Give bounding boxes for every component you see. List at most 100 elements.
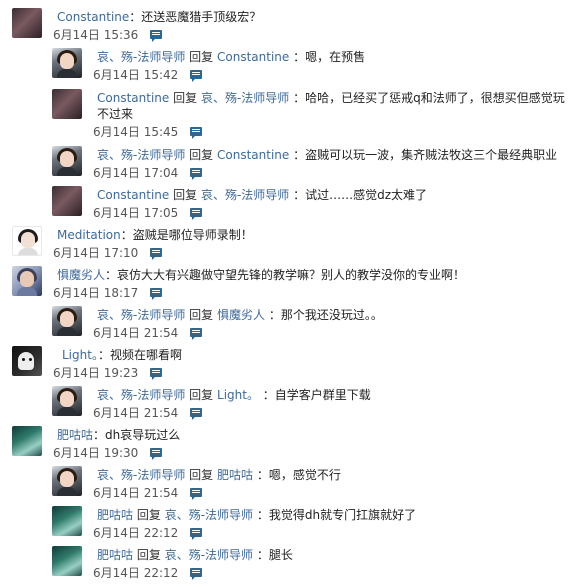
reply-chat-icon[interactable]	[190, 407, 203, 420]
reply-target[interactable]: Constantine	[217, 148, 289, 162]
ai-yin-avatar[interactable]	[52, 306, 82, 336]
comment-time: 6月14日 17:05	[93, 205, 179, 220]
comment-author[interactable]: 哀、殇-法师导师	[97, 468, 185, 482]
comment-meta: 6月14日 21:54	[93, 404, 203, 420]
comment-author[interactable]: 哀、殇-法师导师	[97, 50, 185, 64]
reply-chat-icon[interactable]	[190, 487, 203, 500]
comment-time: 6月14日 21:54	[93, 325, 179, 340]
reply-chat-icon[interactable]	[190, 327, 203, 340]
comment-text-line: 哀、殇-法师导师 回复 惧魔劣人 ：那个我还没玩过。。	[97, 307, 383, 323]
comment-reply-item: 肥咕咕 回复 哀、殇-法师导师 ：我觉得dh就专门扛旗就好了 6月14日 22:…	[52, 506, 552, 546]
meditation-avatar[interactable]	[12, 226, 42, 256]
comment-item: Constantine：还送恶魔猎手顶级宏？ 6月14日 15:36	[12, 8, 552, 48]
constantine-avatar[interactable]	[52, 89, 82, 119]
reply-chat-icon[interactable]	[190, 527, 203, 540]
comment-author[interactable]: Constantine	[97, 91, 169, 105]
comment-time: 6月14日 18:17	[53, 285, 139, 300]
comment-meta: 6月14日 18:17	[53, 284, 163, 300]
reply-chat-icon[interactable]	[150, 247, 163, 260]
comment-time: 6月14日 21:54	[93, 405, 179, 420]
reply-target[interactable]: 惧魔劣人	[217, 308, 265, 322]
reply-chat-icon[interactable]	[190, 567, 203, 580]
feigugu-avatar[interactable]	[52, 506, 82, 536]
comment-meta: 6月14日 17:05	[93, 204, 203, 220]
comment-reply-item: Constantine 回复 哀、殇-法师导师 ：试过……感觉dz太难了 6月1…	[52, 186, 552, 226]
comment-author[interactable]: 肥咕咕	[97, 548, 133, 562]
feigugu-avatar[interactable]	[12, 426, 42, 456]
feigugu-avatar[interactable]	[52, 546, 82, 576]
comment-text: ：腿长	[256, 548, 293, 562]
comment-time: 6月14日 15:42	[93, 67, 179, 82]
comment-text-line: 哀、殇-法师导师 回复 Constantine ：嗯，在预售	[97, 49, 365, 65]
reply-word: 回复	[136, 508, 161, 522]
reply-chat-icon[interactable]	[150, 447, 163, 460]
comment-item: 肥咕咕：dh哀导玩过么 6月14日 19:30	[12, 426, 552, 466]
reply-target[interactable]: Constantine	[217, 50, 289, 64]
constantine-avatar[interactable]	[52, 186, 82, 216]
comment-item: Light。：视频在哪看啊 6月14日 19:23	[12, 346, 552, 386]
constantine-avatar[interactable]	[12, 8, 42, 38]
ai-yin-avatar[interactable]	[52, 466, 82, 496]
reply-word: 回复	[136, 548, 161, 562]
comment-text-line: 哀、殇-法师导师 回复 Light。 ：自学客户群里下载	[97, 387, 371, 403]
comment-author[interactable]: Meditation	[57, 228, 121, 242]
reply-target[interactable]: 哀、殇-法师导师	[201, 91, 289, 105]
reply-word: 回复	[173, 91, 198, 105]
comment-text: ：自学客户群里下载	[262, 388, 371, 402]
reply-target[interactable]: Light。	[217, 388, 259, 402]
comment-meta: 6月14日 22:12	[93, 564, 203, 580]
comment-reply-item: 哀、殇-法师导师 回复 肥咕咕 ：嗯，感觉不行 6月14日 21:54	[52, 466, 552, 506]
comment-author[interactable]: 哀、殇-法师导师	[97, 148, 185, 162]
ai-yin-avatar[interactable]	[52, 386, 82, 416]
comment-text-line: Constantine 回复 哀、殇-法师导师 ：哈哈，已经买了惩戒q和法师了，…	[97, 90, 571, 122]
reply-target[interactable]: 哀、殇-法师导师	[201, 188, 289, 202]
comment-reply-item: 哀、殇-法师导师 回复 Light。 ：自学客户群里下载 6月14日 21:54	[52, 386, 552, 426]
comment-text-line: Meditation：盗贼是哪位导师录制！	[57, 227, 253, 243]
comment-author[interactable]: 肥咕咕	[57, 428, 93, 442]
reply-target[interactable]: 肥咕咕	[217, 468, 253, 482]
light-avatar[interactable]	[12, 346, 42, 376]
reply-chat-icon[interactable]	[150, 287, 163, 300]
reply-chat-icon[interactable]	[190, 167, 203, 180]
comment-author[interactable]: 惧魔劣人	[57, 268, 105, 282]
comment-meta: 6月14日 17:04	[93, 164, 203, 180]
comment-meta: 6月14日 22:12	[93, 524, 203, 540]
comment-time: 6月14日 21:54	[93, 485, 179, 500]
comment-time: 6月14日 22:12	[93, 525, 179, 540]
comment-author[interactable]: 哀、殇-法师导师	[97, 308, 185, 322]
comment-list: Constantine：还送恶魔猎手顶级宏？ 6月14日 15:36 哀、殇-法…	[0, 0, 571, 587]
reply-chat-icon[interactable]	[150, 367, 163, 380]
comment-author[interactable]: Constantine	[57, 10, 129, 24]
comment-author[interactable]: Light。	[62, 348, 98, 362]
comment-item: 惧魔劣人：哀仿大大有兴趣做守望先锋的教学嘛？别人的教学没你的专业啊！ 6月14日…	[12, 266, 552, 306]
reply-chat-icon[interactable]	[150, 29, 163, 42]
comment-time: 6月14日 22:12	[93, 565, 179, 580]
ai-yin-avatar[interactable]	[52, 146, 82, 176]
comment-text-line: Light。：视频在哪看啊	[62, 347, 182, 363]
comment-author[interactable]: 哀、殇-法师导师	[97, 388, 185, 402]
reply-word: 回复	[173, 188, 198, 202]
comment-text: ：我觉得dh就专门扛旗就好了	[256, 508, 417, 522]
jumo-avatar[interactable]	[12, 266, 42, 296]
reply-chat-icon[interactable]	[190, 126, 203, 139]
comment-text-line: Constantine 回复 哀、殇-法师导师 ：试过……感觉dz太难了	[97, 187, 427, 203]
reply-word: 回复	[189, 50, 214, 64]
comment-text-line: 肥咕咕 回复 哀、殇-法师导师 ：腿长	[97, 547, 293, 563]
comment-meta: 6月14日 21:54	[93, 484, 203, 500]
comment-text-line: 哀、殇-法师导师 回复 肥咕咕 ：嗯，感觉不行	[97, 467, 341, 483]
comment-time: 6月14日 17:10	[53, 245, 139, 260]
comment-reply-item: Constantine 回复 哀、殇-法师导师 ：哈哈，已经买了惩戒q和法师了，…	[52, 89, 565, 141]
comment-meta: 6月14日 21:54	[93, 324, 203, 340]
reply-chat-icon[interactable]	[190, 69, 203, 82]
comment-meta: 6月14日 15:36	[53, 26, 163, 42]
reply-target[interactable]: 哀、殇-法师导师	[165, 548, 253, 562]
reply-target[interactable]: 哀、殇-法师导师	[165, 508, 253, 522]
comment-reply-item: 哀、殇-法师导师 回复 Constantine ：盗贼可以玩一波，集齐贼法牧这三…	[52, 146, 557, 186]
comment-author[interactable]: Constantine	[97, 188, 169, 202]
comment-author[interactable]: 肥咕咕	[97, 508, 133, 522]
ai-yin-avatar[interactable]	[52, 48, 82, 78]
comment-meta: 6月14日 19:30	[53, 444, 163, 460]
reply-chat-icon[interactable]	[190, 207, 203, 220]
comment-text: ：盗贼是哪位导师录制！	[120, 228, 253, 242]
comment-text: ：嗯，感觉不行	[256, 468, 341, 482]
